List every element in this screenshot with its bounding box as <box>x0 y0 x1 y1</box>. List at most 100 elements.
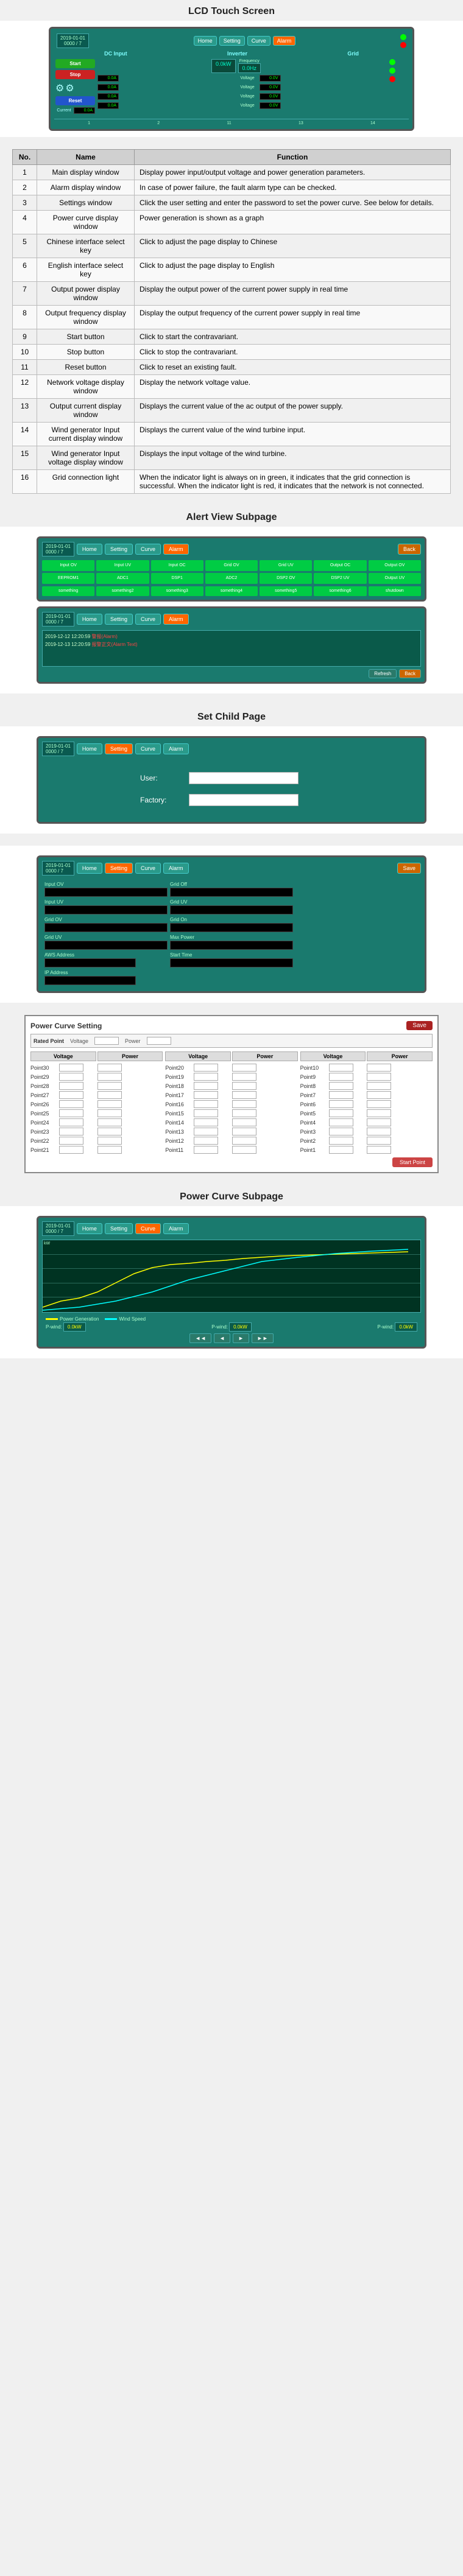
detail-nav-alarm[interactable]: Alarm <box>163 614 189 625</box>
pcs-v-input-Point22[interactable] <box>59 1137 83 1145</box>
pcs-p-input-Point26[interactable] <box>97 1100 122 1108</box>
val-aws-addr[interactable] <box>44 958 136 967</box>
pcs-p-input-Point17[interactable] <box>232 1091 256 1099</box>
val-start-time[interactable] <box>170 958 293 967</box>
pcs-v-input-Point24[interactable] <box>59 1118 83 1126</box>
pcs-v-input-Point8[interactable] <box>329 1082 353 1090</box>
sc-nav-alarm[interactable]: Alarm <box>163 743 189 754</box>
user-input[interactable] <box>189 772 299 784</box>
pcs-p-input-Point16[interactable] <box>232 1100 256 1108</box>
alert-cell-11[interactable]: ADC2 <box>205 573 258 584</box>
pcs-v-input-Point15[interactable] <box>194 1109 218 1117</box>
alert-cell-5[interactable]: Grid UV <box>260 560 312 571</box>
pcs-p-input-Point23[interactable] <box>97 1128 122 1135</box>
pcs-p-input-Point24[interactable] <box>97 1118 122 1126</box>
ab-cell-5[interactable]: something5 <box>260 586 312 596</box>
alert-cell-14[interactable]: Output UV <box>369 573 421 584</box>
pcs-p-input-Point28[interactable] <box>97 1082 122 1090</box>
pcs-save-btn[interactable]: Save <box>406 1021 433 1030</box>
ctrl-next-next[interactable]: ►► <box>252 1333 274 1343</box>
pcs-p-input-Point22[interactable] <box>97 1137 122 1145</box>
alert-cell-12[interactable]: DSP2 OV <box>260 573 312 584</box>
pcs-v-input-Point18[interactable] <box>194 1082 218 1090</box>
st-nav-home[interactable]: Home <box>77 863 102 874</box>
pcs-v-input-Point21[interactable] <box>59 1146 83 1154</box>
start-point-btn[interactable]: Start Point <box>392 1157 433 1167</box>
alert-cell-6[interactable]: Output OC <box>314 560 366 571</box>
pcs-v-input-Point7[interactable] <box>329 1091 353 1099</box>
nav-home[interactable]: Home <box>194 36 217 46</box>
alert-cell-4[interactable]: Grid OV <box>205 560 258 571</box>
pcs-v-input-Point20[interactable] <box>194 1064 218 1072</box>
sc-nav-home[interactable]: Home <box>77 743 102 754</box>
alert-cell-13[interactable]: DSP2 UV <box>314 573 366 584</box>
pcc-nav-curve[interactable]: Curve <box>135 1223 161 1234</box>
alert-cell-9[interactable]: ADC1 <box>96 573 149 584</box>
pcs-p-input-Point25[interactable] <box>97 1109 122 1117</box>
pcs-p-input-Point29[interactable] <box>97 1073 122 1081</box>
pcs-v-input-Point23[interactable] <box>59 1128 83 1135</box>
pcs-v-input-Point17[interactable] <box>194 1091 218 1099</box>
st-nav-curve[interactable]: Curve <box>135 863 161 874</box>
pcs-v-input-Point9[interactable] <box>329 1073 353 1081</box>
alert-cell-3[interactable]: Input OC <box>151 560 203 571</box>
ab-cell-4[interactable]: something4 <box>205 586 258 596</box>
pcs-p-input-Point30[interactable] <box>97 1064 122 1072</box>
sc-nav-curve[interactable]: Curve <box>135 743 161 754</box>
pcs-p-input-Point8[interactable] <box>367 1082 391 1090</box>
val-input-uv[interactable] <box>44 905 168 914</box>
nav-curve[interactable]: Curve <box>247 36 270 46</box>
pcs-v-input-Point12[interactable] <box>194 1137 218 1145</box>
ab-cell-7[interactable]: shutdown <box>369 586 421 596</box>
pcc-nav-alarm[interactable]: Alarm <box>163 1223 189 1234</box>
pcs-v-input-Point26[interactable] <box>59 1100 83 1108</box>
ctrl-next[interactable]: ► <box>233 1333 249 1343</box>
alert-nav-home[interactable]: Home <box>77 544 102 555</box>
pcs-v-input-Point19[interactable] <box>194 1073 218 1081</box>
refresh-button[interactable]: Refresh <box>369 669 397 678</box>
nav-alarm[interactable]: Alarm <box>273 36 296 46</box>
pcs-v-input-Point6[interactable] <box>329 1100 353 1108</box>
pcs-v-input-Point16[interactable] <box>194 1100 218 1108</box>
pcs-p-input-Point12[interactable] <box>232 1137 256 1145</box>
pcs-v-input-Point10[interactable] <box>329 1064 353 1072</box>
pcs-v-input-Point5[interactable] <box>329 1109 353 1117</box>
val-max-power[interactable] <box>170 941 293 950</box>
pcs-p-input-Point2[interactable] <box>367 1137 391 1145</box>
back-button[interactable]: Back <box>399 669 421 678</box>
alert-cell-8[interactable]: EEPROM1 <box>42 573 94 584</box>
pcs-p-input-Point9[interactable] <box>367 1073 391 1081</box>
st-nav-alarm[interactable]: Alarm <box>163 863 189 874</box>
settings-save-btn[interactable]: Save <box>397 863 421 874</box>
pcs-v-input-Point13[interactable] <box>194 1128 218 1135</box>
pcs-v-input-Point11[interactable] <box>194 1146 218 1154</box>
pcs-p-input-Point20[interactable] <box>232 1064 256 1072</box>
pcs-p-input-Point3[interactable] <box>367 1128 391 1135</box>
pcs-p-input-Point21[interactable] <box>97 1146 122 1154</box>
pcs-v-input-Point3[interactable] <box>329 1128 353 1135</box>
ctrl-prev[interactable]: ◄ <box>214 1333 230 1343</box>
back-btn[interactable]: Back <box>398 544 421 555</box>
pcc-nav-home[interactable]: Home <box>77 1223 102 1234</box>
val-grid-sv[interactable] <box>44 941 168 950</box>
pcs-v-input-Point4[interactable] <box>329 1118 353 1126</box>
alert-cell-2[interactable]: Input UV <box>96 560 149 571</box>
pcs-p-input-Point14[interactable] <box>232 1118 256 1126</box>
val-input-ov[interactable] <box>44 888 168 897</box>
rated-power-input[interactable] <box>147 1037 171 1045</box>
pcs-p-input-Point15[interactable] <box>232 1109 256 1117</box>
alert-cell-1[interactable]: Input OV <box>42 560 94 571</box>
val-grid-uv[interactable] <box>170 905 293 914</box>
sc-nav-setting[interactable]: Setting <box>105 743 133 754</box>
rated-voltage-input[interactable] <box>94 1037 119 1045</box>
val-grid-ov[interactable] <box>44 923 168 932</box>
pcs-p-input-Point27[interactable] <box>97 1091 122 1099</box>
ctrl-prev-prev[interactable]: ◄◄ <box>189 1333 211 1343</box>
alert-cell-10[interactable]: DSP1 <box>151 573 203 584</box>
pcs-v-input-Point2[interactable] <box>329 1137 353 1145</box>
ab-cell-3[interactable]: something3 <box>151 586 203 596</box>
pcs-v-input-Point25[interactable] <box>59 1109 83 1117</box>
factory-input[interactable] <box>189 794 299 806</box>
pcs-p-input-Point4[interactable] <box>367 1118 391 1126</box>
pcs-p-input-Point13[interactable] <box>232 1128 256 1135</box>
